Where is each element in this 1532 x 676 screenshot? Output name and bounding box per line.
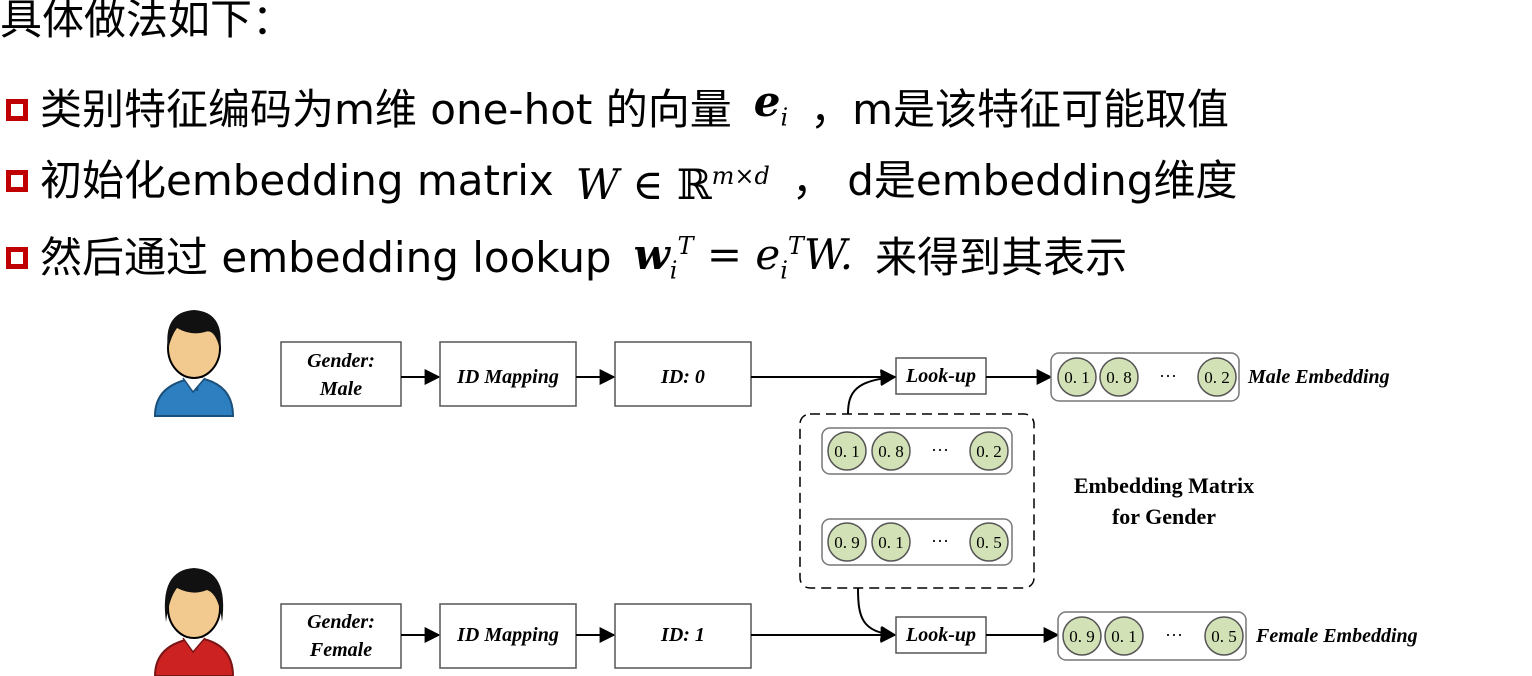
bullet-text: 类别特征编码为m维 one-hot 的向量 [40, 84, 732, 134]
bullet-square-icon [6, 247, 28, 270]
matrix-label-line2: for Gender [1112, 504, 1216, 529]
female-gender-label: Gender: [307, 611, 375, 633]
embedding-diagram: Gender: Male ID Mapping ID: 0 Look-up 0.… [153, 310, 1418, 676]
bullet-text: 然后通过 embedding lookup [40, 233, 612, 283]
male-id: ID: 0 [660, 366, 705, 388]
bullet-square-icon [6, 98, 28, 121]
female-emb-ellipsis: ··· [1165, 625, 1183, 645]
bullet-text-post: ， d是embedding维度 [791, 155, 1238, 205]
matrix-label-line1: Embedding Matrix [1074, 473, 1254, 498]
female-gender-value: Female [309, 639, 372, 661]
matrix-value: 0. 9 [834, 533, 860, 552]
math-e-i: ei [753, 77, 789, 132]
math-w-in-r: W ∈ ℝm×d [575, 160, 770, 209]
male-gender-label: Gender: [307, 350, 375, 372]
male-gender-value: Male [319, 378, 362, 400]
male-emb-ellipsis: ··· [1159, 366, 1177, 386]
female-id-mapping: ID Mapping [456, 624, 559, 646]
male-emb-value: 0. 2 [1204, 368, 1230, 387]
male-emb-value: 0. 1 [1064, 368, 1090, 387]
male-flow: Gender: Male ID Mapping ID: 0 Look-up 0.… [280, 341, 1390, 407]
matrix-value: 0. 2 [976, 442, 1002, 461]
female-user-icon [153, 568, 235, 676]
bullet-init-matrix: 初始化embedding matrix W ∈ ℝm×d ， d是embeddi… [6, 148, 1237, 213]
heading: 具体做法如下： [0, 0, 295, 44]
female-emb-value: 0. 1 [1111, 627, 1137, 646]
female-lookup: Look-up [905, 624, 976, 646]
bullet-square-icon [6, 169, 28, 192]
bullet-lookup: 然后通过 embedding lookup wiT = eiTW. 来得到其表示 [6, 218, 1127, 298]
math-lookup-eq: wiT = eiTW. [633, 230, 854, 285]
matrix-value: 0. 1 [834, 442, 860, 461]
female-embedding-label: Female Embedding [1255, 625, 1418, 647]
male-lookup: Look-up [905, 365, 976, 387]
embedding-matrix: 0. 1 0. 8 ··· 0. 2 0. 9 0. 1 ··· 0. 5 Em… [799, 370, 1254, 642]
matrix-ellipsis: ··· [931, 440, 949, 460]
matrix-value: 0. 1 [878, 533, 904, 552]
bullet-one-hot: 类别特征编码为m维 one-hot 的向量 ei ，m是该特征可能取值 [6, 74, 1229, 145]
female-flow: Gender: Female ID Mapping ID: 1 Look-up … [280, 603, 1418, 669]
matrix-ellipsis: ··· [931, 531, 949, 551]
bullet-text: 初始化embedding matrix [40, 155, 554, 205]
male-id-mapping: ID Mapping [456, 366, 559, 388]
bullet-text-post: ，m是该特征可能取值 [810, 84, 1230, 134]
female-id: ID: 1 [660, 624, 705, 646]
male-embedding-label: Male Embedding [1247, 366, 1390, 388]
male-emb-value: 0. 8 [1106, 368, 1132, 387]
male-user-icon [153, 310, 235, 417]
female-emb-value: 0. 9 [1069, 627, 1095, 646]
female-emb-value: 0. 5 [1211, 627, 1237, 646]
matrix-value: 0. 8 [878, 442, 904, 461]
bullet-text-post: 来得到其表示 [875, 233, 1128, 283]
matrix-value: 0. 5 [976, 533, 1002, 552]
